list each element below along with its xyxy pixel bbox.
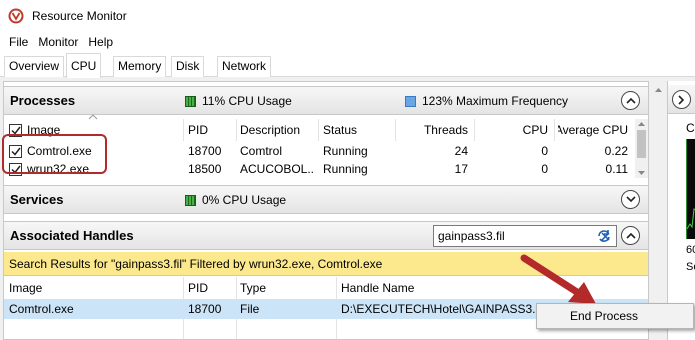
tab-network[interactable]: Network [217,56,272,77]
process-threads: 24 [454,144,468,158]
services-title: Services [10,192,64,207]
pane-scrollbar[interactable] [652,81,664,340]
processes-scrollbar[interactable] [635,119,648,178]
process-cpu: 0 [541,144,548,158]
context-menu: End Process [536,303,694,329]
chevron-up-icon [625,232,636,239]
col-handle-name[interactable]: Handle Name [341,277,541,299]
side-pane-label: C [686,121,695,135]
processes-cpu-usage: 11% CPU Usage [185,94,292,108]
process-cpu: 0 [541,162,548,176]
side-pane-toggle-button[interactable] [672,90,691,109]
tab-memory[interactable]: Memory [113,56,167,77]
process-description: ACUCOBOL... [240,162,315,176]
handles-search-box[interactable]: gainpass3.fil [433,225,617,247]
side-pane-subtitle: Se [686,261,695,273]
scroll-down-icon[interactable] [637,170,646,176]
processes-title: Processes [10,93,76,108]
tab-disk[interactable]: Disk [171,56,205,77]
scroll-thumb[interactable] [637,130,646,158]
services-cpu-usage: 0% CPU Usage [185,193,286,207]
process-average-cpu: 0.11 [605,162,628,176]
chevron-down-icon [625,196,636,203]
tab-strip: Overview CPU Memory Disk Network [0,53,695,78]
menu-bar: File Monitor Help [0,31,695,53]
end-process-menu-item[interactable]: End Process [570,309,638,323]
col-description[interactable]: Description [240,119,315,141]
handles-collapse-button[interactable] [621,226,640,245]
process-status: Running [323,144,368,158]
cpu-usage-indicator-icon [185,95,196,107]
annotation-highlight-box [2,134,107,174]
menu-file[interactable]: File [4,35,33,49]
col-handle-type[interactable]: Type [240,277,330,299]
handle-type: File [240,302,260,316]
handle-image: Comtrol.exe [9,302,74,316]
process-pid: 18500 [188,162,222,176]
resource-monitor-icon [8,8,24,23]
tab-cpu[interactable]: CPU [66,53,102,78]
handles-header[interactable]: Associated Handles gainpass3.fil [4,221,648,250]
search-input[interactable]: gainpass3.fil [434,229,601,243]
cpu-usage-indicator-icon [185,194,196,206]
col-status[interactable]: Status [323,119,388,141]
graph-side-pane: C 60 Se [667,81,695,340]
col-threads[interactable]: Threads [399,119,468,141]
col-cpu[interactable]: CPU [478,119,548,141]
process-average-cpu: 0.22 [604,144,628,158]
services-header[interactable]: Services 0% CPU Usage [4,185,648,214]
refresh-icon[interactable] [596,228,612,244]
window-title: Resource Monitor [32,8,127,23]
processes-max-frequency: 123% Maximum Frequency [405,94,568,108]
services-expand-button[interactable] [621,190,640,209]
menu-help[interactable]: Help [83,35,118,49]
handle-pid: 18700 [188,302,222,316]
max-frequency-indicator-icon [405,95,416,107]
cpu-graph [686,139,695,239]
cpu-graph-line [686,208,695,230]
col-handle-pid[interactable]: PID [188,277,233,299]
col-handle-image[interactable]: Image [9,277,179,299]
chevron-right-icon [678,94,685,105]
title-bar: Resource Monitor [0,0,695,31]
processes-collapse-button[interactable] [621,91,640,110]
processes-header[interactable]: Processes 11% CPU Usage 123% Maximum Fre… [4,86,648,115]
menu-monitor[interactable]: Monitor [33,35,83,49]
process-status: Running [323,162,368,176]
process-description: Comtrol [240,144,283,158]
col-pid[interactable]: PID [188,119,233,141]
chevron-up-icon [625,97,636,104]
scroll-up-icon[interactable] [654,87,663,93]
handles-title: Associated Handles [10,228,134,243]
process-pid: 18700 [188,144,222,158]
tab-overview[interactable]: Overview [4,56,65,77]
col-average-cpu[interactable]: Average CPU [558,119,628,141]
scroll-up-icon[interactable] [637,121,646,127]
side-pane-value: 60 [686,244,695,256]
process-threads: 17 [454,162,468,176]
